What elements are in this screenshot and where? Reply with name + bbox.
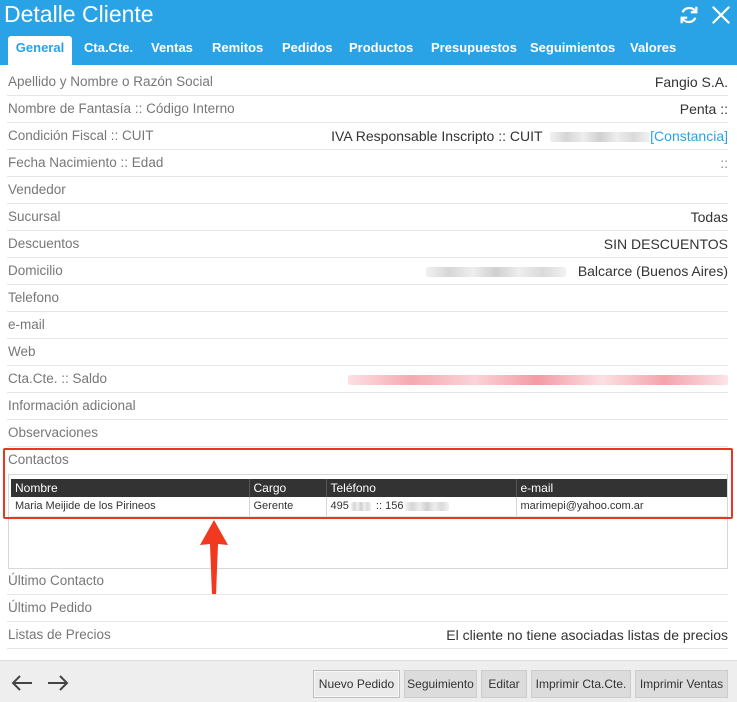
imprimir-ctacte-button[interactable]: Imprimir Cta.Cte. [531, 670, 631, 698]
window-title: Detalle Cliente [4, 1, 154, 27]
label-vendedor: Vendedor [8, 182, 66, 197]
label-telefono: Telefono [8, 290, 60, 305]
tab-remitos[interactable]: Remitos [212, 36, 263, 65]
value-descuentos: SIN DESCUENTOS [603, 236, 728, 252]
value-fantasia: Penta :: [679, 101, 728, 117]
row-descuentos: Descuentos SIN DESCUENTOS [7, 231, 728, 258]
nuevo-pedido-button[interactable]: Nuevo Pedido [313, 670, 400, 698]
seguimiento-button[interactable]: Seguimiento [404, 670, 477, 698]
redacted-address [425, 267, 566, 278]
value-razon-social: Fangio S.A. [654, 74, 728, 90]
redacted-saldo [348, 375, 728, 386]
value-nacimiento: :: [720, 155, 728, 171]
tab-seguimientos[interactable]: Seguimientos [530, 36, 615, 65]
row-fantasia: Nombre de Fantasía :: Código Interno Pen… [7, 96, 728, 123]
label-razon-social: Apellido y Nombre o Razón Social [8, 74, 213, 89]
label-ctacte: Cta.Cte. :: Saldo [8, 371, 108, 386]
label-web: Web [8, 344, 36, 359]
row-condicion-fiscal: Condición Fiscal :: CUIT IVA Responsable… [7, 123, 728, 150]
tab-pedidos[interactable]: Pedidos [282, 36, 333, 65]
tab-productos[interactable]: Productos [349, 36, 413, 65]
row-nacimiento: Fecha Nacimiento :: Edad :: [7, 150, 728, 177]
row-domicilio: Domicilio Balcarce (Buenos Aires) [7, 258, 728, 285]
label-listas-precios: Listas de Precios [8, 627, 111, 642]
row-email: e-mail [7, 312, 728, 339]
row-listas-precios: Listas de Precios El cliente no tiene as… [7, 622, 728, 649]
label-ultimo-pedido: Último Pedido [8, 600, 93, 615]
row-vendedor: Vendedor [7, 177, 728, 204]
label-sucursal: Sucursal [8, 209, 61, 224]
label-fantasia: Nombre de Fantasía :: Código Interno [8, 101, 235, 116]
row-sucursal: Sucursal Todas [7, 204, 728, 231]
tab-presupuestos[interactable]: Presupuestos [431, 36, 517, 65]
label-info-adicional: Información adicional [8, 398, 136, 413]
window-header: Detalle Cliente General Cta.Cte. Ventas … [0, 0, 737, 65]
label-email: e-mail [8, 317, 45, 332]
label-descuentos: Descuentos [8, 236, 80, 251]
row-observaciones: Observaciones [7, 420, 728, 447]
value-fiscal-text: IVA Responsable Inscripto :: CUIT [331, 128, 543, 144]
editar-button[interactable]: Editar [481, 670, 527, 698]
tab-bar: General Cta.Cte. Ventas Remitos Pedidos … [0, 36, 737, 65]
row-ctacte: Cta.Cte. :: Saldo [7, 366, 728, 393]
tab-ventas[interactable]: Ventas [151, 36, 193, 65]
imprimir-ventas-button[interactable]: Imprimir Ventas [635, 670, 728, 698]
value-domicilio: Balcarce (Buenos Aires) [425, 263, 728, 279]
label-condicion-fiscal: Condición Fiscal :: CUIT [8, 128, 154, 143]
footer-toolbar: Nuevo Pedido Seguimiento Editar Imprimir… [0, 660, 737, 702]
value-condicion-fiscal: IVA Responsable Inscripto :: CUIT [Const… [331, 128, 728, 144]
tab-cta-cte[interactable]: Cta.Cte. [84, 36, 133, 65]
value-sucursal: Todas [690, 209, 728, 225]
forward-arrow-icon[interactable] [46, 674, 70, 692]
constancia-link[interactable]: [Constancia] [650, 128, 728, 144]
label-domicilio: Domicilio [8, 263, 63, 278]
label-observaciones: Observaciones [8, 425, 99, 440]
label-nacimiento: Fecha Nacimiento :: Edad [8, 155, 164, 170]
value-ctacte [348, 371, 728, 387]
value-domicilio-text: Balcarce (Buenos Aires) [577, 263, 728, 279]
row-ultimo-pedido: Último Pedido [7, 595, 728, 622]
tab-valores[interactable]: Valores [630, 36, 676, 65]
tab-general[interactable]: General [8, 36, 72, 65]
close-icon[interactable] [710, 4, 732, 26]
redacted-cuit [550, 132, 651, 143]
contacts-highlight-box [3, 448, 733, 519]
value-listas-precios: El cliente no tiene asociadas listas de … [446, 627, 728, 643]
row-web: Web [7, 339, 728, 366]
back-arrow-icon[interactable] [10, 674, 34, 692]
refresh-icon[interactable] [678, 4, 700, 26]
row-telefono: Telefono [7, 285, 728, 312]
row-ultimo-contacto: Último Contacto [7, 568, 728, 595]
label-ultimo-contacto: Último Contacto [8, 573, 105, 588]
row-razon-social: Apellido y Nombre o Razón Social Fangio … [7, 69, 728, 96]
row-info-adicional: Información adicional [7, 393, 728, 420]
